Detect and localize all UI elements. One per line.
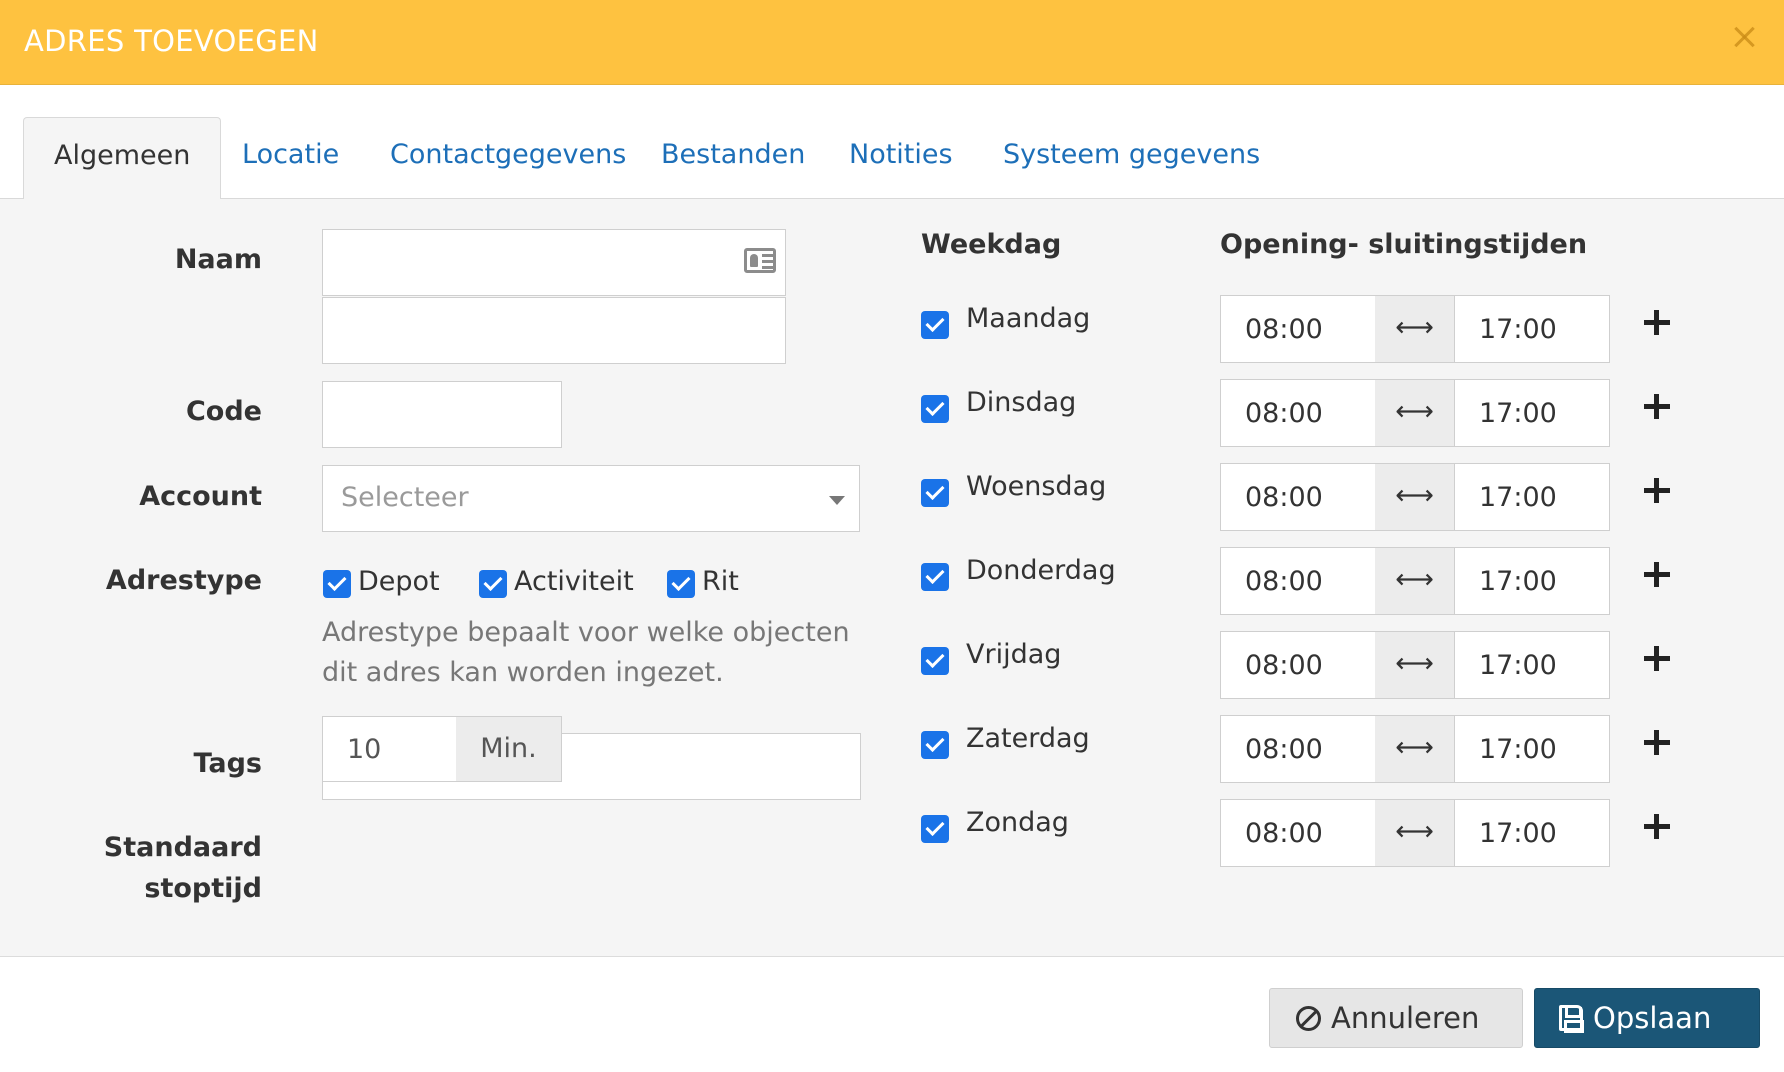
open-time-input[interactable] [1220,547,1376,615]
modal-body: Naam Code Account Selecteer Adrestype De… [0,199,1784,957]
tags-label: Tags [193,748,262,779]
day-label-zaterdag: Zaterdag [966,723,1090,754]
naam-input[interactable] [322,229,786,296]
tab-notities[interactable]: Notities [849,117,953,199]
floppy-disk-icon [1559,1005,1584,1033]
day-checkbox-donderdag[interactable] [921,563,949,591]
adrestype-label: Adrestype [105,565,262,596]
modal-header: ADRES TOEVOEGEN [0,0,1784,85]
time-range-zondag: ⟷ [1220,799,1610,867]
close-time-input[interactable] [1454,295,1610,363]
adrestype-activiteit-label: Activiteit [514,566,634,597]
day-checkbox-dinsdag[interactable] [921,395,949,423]
naam-label: Naam [174,244,262,275]
adrestype-depot-checkbox[interactable] [323,570,351,598]
range-arrow-icon: ⟷ [1375,295,1454,363]
account-select[interactable]: Selecteer [322,465,860,532]
open-time-input[interactable] [1220,463,1376,531]
day-checkbox-maandag[interactable] [921,311,949,339]
add-time-plus-icon[interactable] [1644,308,1674,338]
close-time-input[interactable] [1454,799,1610,867]
adrestype-depot-label: Depot [358,566,440,597]
tab-systeem-gegevens[interactable]: Systeem gegevens [1003,117,1260,199]
address-card-icon[interactable] [744,248,776,273]
day-label-zondag: Zondag [966,807,1069,838]
time-range-vrijdag: ⟷ [1220,631,1610,699]
close-time-input[interactable] [1454,379,1610,447]
day-checkbox-woensdag[interactable] [921,479,949,507]
day-label-dinsdag: Dinsdag [966,387,1077,418]
tab-locatie[interactable]: Locatie [242,117,339,199]
save-button[interactable]: Opslaan [1534,988,1760,1048]
stoptijd-input[interactable] [322,716,457,782]
range-arrow-icon: ⟷ [1375,547,1454,615]
day-checkbox-zaterdag[interactable] [921,731,949,759]
day-label-donderdag: Donderdag [966,555,1116,586]
account-label: Account [139,481,262,512]
save-button-label: Opslaan [1593,1001,1712,1035]
tab-bestanden[interactable]: Bestanden [661,117,805,199]
stoptijd-label-line2: stoptijd [144,873,262,904]
adrestype-help-text: Adrestype bepaalt voor welke objecten di… [322,617,850,688]
range-arrow-icon: ⟷ [1375,715,1454,783]
time-range-maandag: ⟷ [1220,295,1610,363]
tab-contactgegevens[interactable]: Contactgegevens [390,117,626,199]
weekday-header: Weekdag [921,229,1062,260]
modal-title: ADRES TOEVOEGEN [24,24,319,58]
add-time-plus-icon[interactable] [1644,476,1674,506]
stoptijd-unit: Min. [456,716,562,782]
tab-bar: Algemeen Locatie Contactgegevens Bestand… [0,85,1784,200]
naam-input-secondary[interactable] [322,297,786,364]
range-arrow-icon: ⟷ [1375,799,1454,867]
open-time-input[interactable] [1220,379,1376,447]
open-time-input[interactable] [1220,715,1376,783]
time-range-donderdag: ⟷ [1220,547,1610,615]
time-range-dinsdag: ⟷ [1220,379,1610,447]
add-time-plus-icon[interactable] [1644,728,1674,758]
stoptijd-label-line1: Standaard [103,832,262,863]
adrestype-rit-checkbox[interactable] [667,570,695,598]
add-time-plus-icon[interactable] [1644,644,1674,674]
day-label-vrijdag: Vrijdag [966,639,1062,670]
range-arrow-icon: ⟷ [1375,463,1454,531]
day-label-maandag: Maandag [966,303,1091,334]
day-checkbox-zondag[interactable] [921,815,949,843]
day-label-woensdag: Woensdag [966,471,1107,502]
cancel-button[interactable]: Annuleren [1269,988,1523,1048]
code-label: Code [185,396,262,427]
day-checkbox-vrijdag[interactable] [921,647,949,675]
open-time-input[interactable] [1220,631,1376,699]
add-time-plus-icon[interactable] [1644,392,1674,422]
close-time-input[interactable] [1454,631,1610,699]
time-range-zaterdag: ⟷ [1220,715,1610,783]
tab-algemeen[interactable]: Algemeen [23,117,222,200]
range-arrow-icon: ⟷ [1375,379,1454,447]
cancel-button-label: Annuleren [1331,1001,1480,1035]
close-time-input[interactable] [1454,463,1610,531]
close-time-input[interactable] [1454,547,1610,615]
open-time-input[interactable] [1220,799,1376,867]
ban-icon [1296,1005,1321,1031]
range-arrow-icon: ⟷ [1375,631,1454,699]
time-range-woensdag: ⟷ [1220,463,1610,531]
caret-down-icon [829,496,845,505]
close-icon[interactable] [1726,20,1762,56]
adrestype-activiteit-checkbox[interactable] [479,570,507,598]
add-address-modal: ADRES TOEVOEGEN Algemeen Locatie Contact… [0,0,1784,1072]
account-select-value: Selecteer [341,482,469,513]
close-time-input[interactable] [1454,715,1610,783]
code-input[interactable] [322,381,562,448]
add-time-plus-icon[interactable] [1644,560,1674,590]
adrestype-rit-label: Rit [702,566,739,597]
hours-header: Opening- sluitingstijden [1220,229,1588,260]
open-time-input[interactable] [1220,295,1376,363]
add-time-plus-icon[interactable] [1644,812,1674,842]
